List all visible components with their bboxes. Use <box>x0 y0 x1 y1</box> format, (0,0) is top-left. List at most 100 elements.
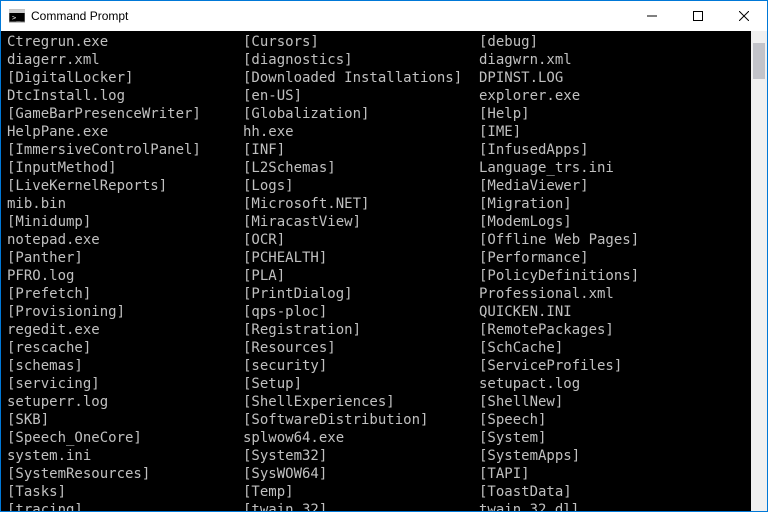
list-item: notepad.exe <box>7 231 243 249</box>
list-row: [Speech_OneCore]splwow64.exe[System] <box>7 429 751 447</box>
list-item: [Setup] <box>243 375 479 393</box>
list-row: diagerr.xml[diagnostics]diagwrn.xml <box>7 51 751 69</box>
list-item: [PolicyDefinitions] <box>479 267 751 285</box>
list-item: [Performance] <box>479 249 751 267</box>
list-item: [Help] <box>479 105 751 123</box>
list-row: [Panther][PCHEALTH][Performance] <box>7 249 751 267</box>
minimize-button[interactable] <box>629 1 675 31</box>
list-row: [LiveKernelReports][Logs][MediaViewer] <box>7 177 751 195</box>
list-item: [PLA] <box>243 267 479 285</box>
list-row: [servicing][Setup]setupact.log <box>7 375 751 393</box>
list-row: [InputMethod][L2Schemas]Language_trs.ini <box>7 159 751 177</box>
list-row: notepad.exe[OCR][Offline Web Pages] <box>7 231 751 249</box>
list-row: [SKB][SoftwareDistribution][Speech] <box>7 411 751 429</box>
list-item: [twain_32] <box>243 501 479 511</box>
list-item: [Speech] <box>479 411 751 429</box>
list-row: [DigitalLocker][Downloaded Installations… <box>7 69 751 87</box>
list-item: [Downloaded Installations] <box>243 69 479 87</box>
list-row: [Minidump][MiracastView][ModemLogs] <box>7 213 751 231</box>
list-row: setuperr.log[ShellExperiences][ShellNew] <box>7 393 751 411</box>
list-item: [IME] <box>479 123 751 141</box>
list-item: [Prefetch] <box>7 285 243 303</box>
list-item: [SoftwareDistribution] <box>243 411 479 429</box>
list-item: [System32] <box>243 447 479 465</box>
vertical-scrollbar[interactable] <box>751 31 767 511</box>
window-title: Command Prompt <box>31 9 629 23</box>
list-item: [Speech_OneCore] <box>7 429 243 447</box>
scroll-thumb[interactable] <box>753 43 765 79</box>
list-item: [Microsoft.NET] <box>243 195 479 213</box>
list-row: [rescache][Resources][SchCache] <box>7 339 751 357</box>
list-item: [PCHEALTH] <box>243 249 479 267</box>
list-row: [Tasks][Temp][ToastData] <box>7 483 751 501</box>
list-item: Language_trs.ini <box>479 159 751 177</box>
list-item: system.ini <box>7 447 243 465</box>
list-item: [en-US] <box>243 87 479 105</box>
list-row: HelpPane.exehh.exe[IME] <box>7 123 751 141</box>
list-item: [Globalization] <box>243 105 479 123</box>
list-item: setupact.log <box>479 375 751 393</box>
list-row: system.ini[System32][SystemApps] <box>7 447 751 465</box>
list-item: [SysWOW64] <box>243 465 479 483</box>
list-item: [GameBarPresenceWriter] <box>7 105 243 123</box>
list-item: [DigitalLocker] <box>7 69 243 87</box>
list-item: diagwrn.xml <box>479 51 751 69</box>
list-row: regedit.exe[Registration][RemotePackages… <box>7 321 751 339</box>
list-row: [Prefetch][PrintDialog]Professional.xml <box>7 285 751 303</box>
list-item: [Registration] <box>243 321 479 339</box>
list-item: [ShellExperiences] <box>243 393 479 411</box>
list-item: [Provisioning] <box>7 303 243 321</box>
svg-text:>_: >_ <box>12 14 21 22</box>
list-item: regedit.exe <box>7 321 243 339</box>
list-item: [ShellNew] <box>479 393 751 411</box>
list-item: [SchCache] <box>479 339 751 357</box>
list-item: [MediaViewer] <box>479 177 751 195</box>
list-row: [tracing][twain_32]twain_32.dll <box>7 501 751 511</box>
list-item: [ToastData] <box>479 483 751 501</box>
list-item: hh.exe <box>243 123 479 141</box>
list-item: [Resources] <box>243 339 479 357</box>
list-item: [Panther] <box>7 249 243 267</box>
list-item: [InputMethod] <box>7 159 243 177</box>
list-item: [TAPI] <box>479 465 751 483</box>
list-item: [System] <box>479 429 751 447</box>
list-item: [RemotePackages] <box>479 321 751 339</box>
list-item: DPINST.LOG <box>479 69 751 87</box>
list-item: [Offline Web Pages] <box>479 231 751 249</box>
list-item: [SystemResources] <box>7 465 243 483</box>
list-item: [ImmersiveControlPanel] <box>7 141 243 159</box>
list-item: [ModemLogs] <box>479 213 751 231</box>
list-item: setuperr.log <box>7 393 243 411</box>
list-item: [debug] <box>479 33 751 51</box>
list-row: [Provisioning][qps-ploc]QUICKEN.INI <box>7 303 751 321</box>
list-item: [L2Schemas] <box>243 159 479 177</box>
content-area: Ctregrun.exe[Cursors][debug]diagerr.xml[… <box>1 31 767 511</box>
list-item: [MiracastView] <box>243 213 479 231</box>
list-item: diagerr.xml <box>7 51 243 69</box>
list-item: [Migration] <box>479 195 751 213</box>
list-row: [GameBarPresenceWriter][Globalization][H… <box>7 105 751 123</box>
list-row: [schemas][security][ServiceProfiles] <box>7 357 751 375</box>
list-row: DtcInstall.log[en-US]explorer.exe <box>7 87 751 105</box>
list-item: [SKB] <box>7 411 243 429</box>
list-item: [schemas] <box>7 357 243 375</box>
close-button[interactable] <box>721 1 767 31</box>
terminal-output[interactable]: Ctregrun.exe[Cursors][debug]diagerr.xml[… <box>1 31 751 511</box>
list-item: DtcInstall.log <box>7 87 243 105</box>
list-item: [qps-ploc] <box>243 303 479 321</box>
list-row: mib.bin[Microsoft.NET][Migration] <box>7 195 751 213</box>
titlebar[interactable]: >_ Command Prompt <box>1 1 767 31</box>
list-item: [INF] <box>243 141 479 159</box>
list-item: [Minidump] <box>7 213 243 231</box>
list-row: [SystemResources][SysWOW64][TAPI] <box>7 465 751 483</box>
list-item: [security] <box>243 357 479 375</box>
list-row: PFRO.log[PLA][PolicyDefinitions] <box>7 267 751 285</box>
list-row: Ctregrun.exe[Cursors][debug] <box>7 33 751 51</box>
maximize-button[interactable] <box>675 1 721 31</box>
list-item: splwow64.exe <box>243 429 479 447</box>
list-item: [Temp] <box>243 483 479 501</box>
list-item: explorer.exe <box>479 87 751 105</box>
list-item: Professional.xml <box>479 285 751 303</box>
list-item: [tracing] <box>7 501 243 511</box>
list-item: [PrintDialog] <box>243 285 479 303</box>
